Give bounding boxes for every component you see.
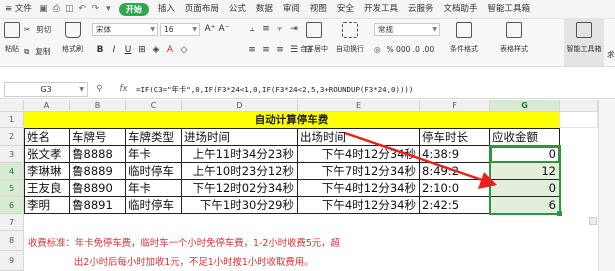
font-name-select[interactable]: 宋体 ▼: [92, 23, 158, 36]
smart-toolbox-button[interactable]: 智能工具箱: [564, 19, 604, 66]
clear-format-icon[interactable]: ◇: [178, 45, 190, 55]
justify-icon[interactable]: ☰: [288, 45, 300, 55]
scrollbar-thumb[interactable]: [589, 217, 597, 225]
decrease-font-icon[interactable]: A⁻: [218, 24, 230, 34]
formula-input[interactable]: =IF(C3="年卡",0,IF(F3*24<1,0,IF(F3*24<2,5,…: [136, 84, 413, 95]
arrow-annotation: [344, 131, 497, 189]
bold-button[interactable]: B: [94, 45, 106, 55]
paste-button[interactable]: 粘贴: [4, 22, 20, 54]
table-style-icon: [506, 22, 522, 38]
wrap-text-button[interactable]: 自动换行: [336, 22, 364, 54]
scissors-icon: ✂: [24, 25, 31, 34]
redo-icon[interactable]: ↷: [89, 0, 102, 19]
merge-icon: [306, 22, 322, 38]
chevron-down-icon[interactable]: ▾: [102, 0, 115, 19]
merge-center-button[interactable]: 合并居中: [300, 22, 328, 54]
chevron-down-icon: ▼: [150, 26, 155, 33]
tab-formulas[interactable]: 公式: [224, 0, 251, 19]
align-middle-icon[interactable]: ≡: [260, 24, 272, 34]
print-icon[interactable]: ⎙: [50, 0, 63, 19]
border-icon[interactable]: ⊞: [136, 45, 148, 55]
conditional-format-button[interactable]: 条件格式: [450, 22, 478, 54]
align-center-icon[interactable]: ≡: [260, 45, 272, 55]
indent-icon[interactable]: ⇥: [288, 24, 300, 34]
function-icon[interactable]: fx: [120, 84, 128, 94]
number-format-select[interactable]: 常规 ▼: [374, 23, 440, 36]
tab-data[interactable]: 数据: [251, 0, 278, 19]
toolbox-icon: [576, 22, 592, 38]
tab-view[interactable]: 视图: [305, 0, 332, 19]
right-sidebar[interactable]: [598, 100, 615, 271]
align-left-icon[interactable]: ≡: [246, 45, 258, 55]
table-style-button[interactable]: 表格样式: [500, 22, 528, 54]
copy-icon: ⧉: [24, 46, 30, 56]
font-color-icon[interactable]: A: [164, 45, 176, 55]
cut-button[interactable]: ✂ 剪切: [24, 24, 57, 35]
tab-developer[interactable]: 开发工具: [359, 0, 403, 19]
tab-security[interactable]: 安全: [332, 0, 359, 19]
menu-bar: ≡ 文件 ▣ ⎙ ◫ ↶ ↷ ▾ 开始 插入 页面布局 公式 数据 审阅 视图 …: [0, 0, 615, 19]
tab-review[interactable]: 审阅: [278, 0, 305, 19]
zoom-icon[interactable]: ⚲: [96, 84, 102, 94]
chevron-down-icon: ▼: [79, 85, 84, 93]
copy-button[interactable]: ⧉ 复制: [24, 46, 56, 57]
align-top-icon[interactable]: ⫠: [246, 24, 258, 34]
spreadsheet-grid: A B C D E F G 1 2 3 4 5 6 7 8 9 自动计算停车费 …: [0, 100, 615, 271]
tab-insert[interactable]: 插入: [153, 0, 180, 19]
conditional-format-icon: [456, 22, 472, 38]
save-icon[interactable]: ▣: [37, 0, 50, 19]
currency-icon[interactable]: ◎: [374, 45, 381, 54]
file-menu[interactable]: ≡ 文件: [0, 0, 37, 19]
align-right-icon[interactable]: ≡: [274, 45, 286, 55]
tab-doc-assistant[interactable]: 文档助手: [438, 0, 482, 19]
tab-page-layout[interactable]: 页面布局: [180, 0, 224, 19]
name-box[interactable]: G3 ▼: [4, 81, 88, 97]
italic-button[interactable]: I: [108, 45, 120, 55]
tab-cloud[interactable]: 云服务: [403, 0, 439, 19]
ribbon: 粘贴 ✂ 剪切 ⧉ 复制 格式刷 宋体 ▼ 16 ▼ A⁺ A⁻ B I U ⊞ ◈…: [0, 19, 615, 67]
font-size-select[interactable]: 16 ▼: [160, 23, 200, 36]
print-preview-icon[interactable]: ◫: [63, 0, 76, 19]
chevron-down-icon: ▼: [432, 26, 437, 33]
tab-smart-toolbox[interactable]: 智能工具箱: [482, 0, 535, 19]
more-label[interactable]: 求: [607, 49, 615, 60]
fill-color-icon[interactable]: ◈: [150, 45, 162, 55]
paste-icon: [4, 22, 20, 38]
arrow-line: [344, 131, 489, 184]
format-painter-icon: [64, 22, 81, 38]
increase-font-icon[interactable]: A⁺: [204, 24, 216, 34]
tab-start[interactable]: 开始: [118, 2, 149, 16]
underline-button[interactable]: U: [122, 45, 134, 55]
undo-icon[interactable]: ↶: [76, 0, 89, 19]
chevron-down-icon: ▼: [192, 26, 197, 33]
format-painter-button[interactable]: 格式刷: [62, 22, 83, 54]
number-format-buttons[interactable]: ◎ % 000 .0 .00: [374, 45, 440, 54]
wrap-text-icon: [342, 22, 358, 38]
align-bottom-icon[interactable]: ⫟: [274, 24, 286, 34]
formula-bar: G3 ▼ ⚲ fx =IF(C3="年卡",0,IF(F3*24<1,0,IF(F…: [0, 80, 615, 99]
